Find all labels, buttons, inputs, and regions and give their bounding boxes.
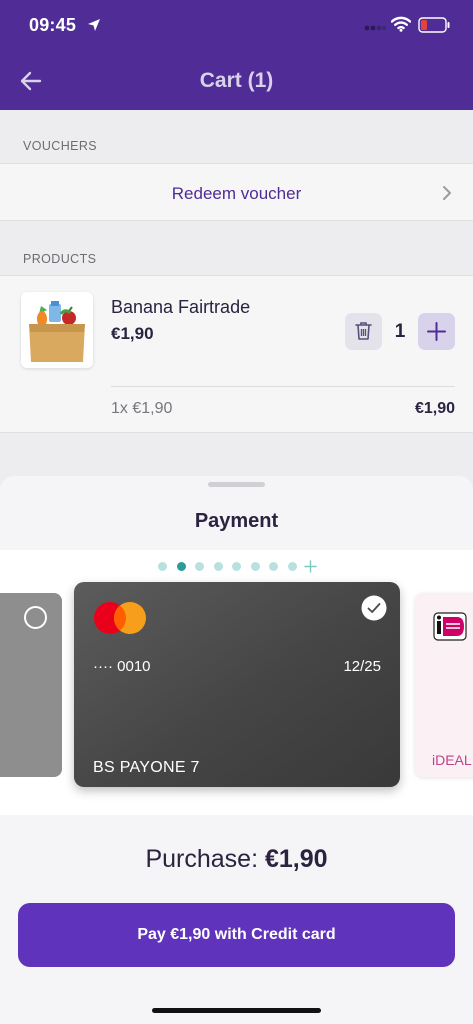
- carousel-page-dots: [158, 560, 318, 574]
- ideal-logo-icon: [433, 612, 467, 641]
- status-time: 09:45: [29, 15, 77, 35]
- page-dot[interactable]: [232, 562, 241, 571]
- location-arrow-icon: [88, 19, 100, 31]
- checkmark-selected-icon: [361, 595, 387, 621]
- trash-icon: [355, 322, 372, 340]
- ideal-label: iDEAL: [432, 752, 472, 768]
- payment-sheet: Payment ···· 0010 12/25 BS PAYONE 7 iDEA…: [0, 476, 473, 1024]
- product-name: Banana Fairtrade: [111, 297, 251, 317]
- page-dot[interactable]: [250, 562, 260, 571]
- page-dot[interactable]: [158, 562, 167, 571]
- page-dot[interactable]: [213, 562, 223, 571]
- vouchers-section-label: VOUCHERS: [23, 139, 98, 153]
- unit-price-line: 1x €1,90: [111, 400, 173, 417]
- purchase-summary: Purchase: €1,90: [0, 845, 473, 874]
- redeem-voucher-label: Redeem voucher: [171, 184, 302, 203]
- quantity-stepper: 1: [345, 313, 455, 350]
- page-dot[interactable]: [287, 562, 297, 571]
- card-expiry: 12/25: [343, 658, 381, 675]
- nav-bar: Cart (1): [0, 52, 473, 110]
- page-title: Cart (1): [199, 69, 274, 92]
- wifi-icon: [391, 16, 411, 32]
- battery-low-icon: [418, 17, 450, 33]
- payment-card-ideal[interactable]: iDEAL: [415, 593, 473, 777]
- purchase-label: Purchase:: [145, 845, 259, 873]
- purchase-amount: €1,90: [264, 845, 328, 873]
- redeem-voucher-row[interactable]: Redeem voucher: [0, 163, 473, 221]
- mastercard-logo-icon: [94, 602, 146, 634]
- quantity-value: 1: [394, 321, 406, 342]
- line-total: €1,90: [414, 400, 455, 417]
- chevron-right-icon: [443, 186, 451, 200]
- product-item: Banana Fairtrade €1,90 1 1x €1,90 €1,90: [0, 275, 473, 433]
- product-price: €1,90: [111, 324, 154, 343]
- plus-icon: [427, 322, 446, 341]
- sheet-grabber[interactable]: [208, 482, 265, 487]
- remove-item-button[interactable]: [345, 313, 382, 350]
- card-holder: BS PAYONE 7: [93, 759, 200, 776]
- page-dot[interactable]: [269, 562, 278, 571]
- products-section-label: PRODUCTS: [23, 252, 97, 266]
- sheet-title: Payment: [194, 510, 279, 532]
- page-dot-active[interactable]: [176, 562, 186, 571]
- pay-button[interactable]: Pay €1,90 with Credit card: [18, 903, 455, 967]
- grocery-bag-icon: [29, 301, 85, 362]
- payment-card-mastercard[interactable]: ···· 0010 12/25 BS PAYONE 7: [74, 582, 400, 787]
- add-card-plus-icon[interactable]: [304, 560, 317, 573]
- card-number: ···· 0010: [93, 658, 151, 675]
- radio-unselected-icon[interactable]: [24, 606, 47, 629]
- increase-quantity-button[interactable]: [418, 313, 455, 350]
- status-bar: 09:45: [0, 0, 473, 52]
- product-divider: [111, 386, 455, 387]
- product-image: [21, 292, 93, 368]
- app-header: 09:45 Cart (1): [0, 0, 473, 110]
- signal-icon: [364, 25, 386, 31]
- payment-card-carousel[interactable]: ···· 0010 12/25 BS PAYONE 7 iDEAL: [0, 550, 473, 815]
- home-indicator: [152, 1008, 321, 1013]
- page-dot[interactable]: [195, 562, 204, 571]
- payment-card-previous[interactable]: [0, 593, 62, 777]
